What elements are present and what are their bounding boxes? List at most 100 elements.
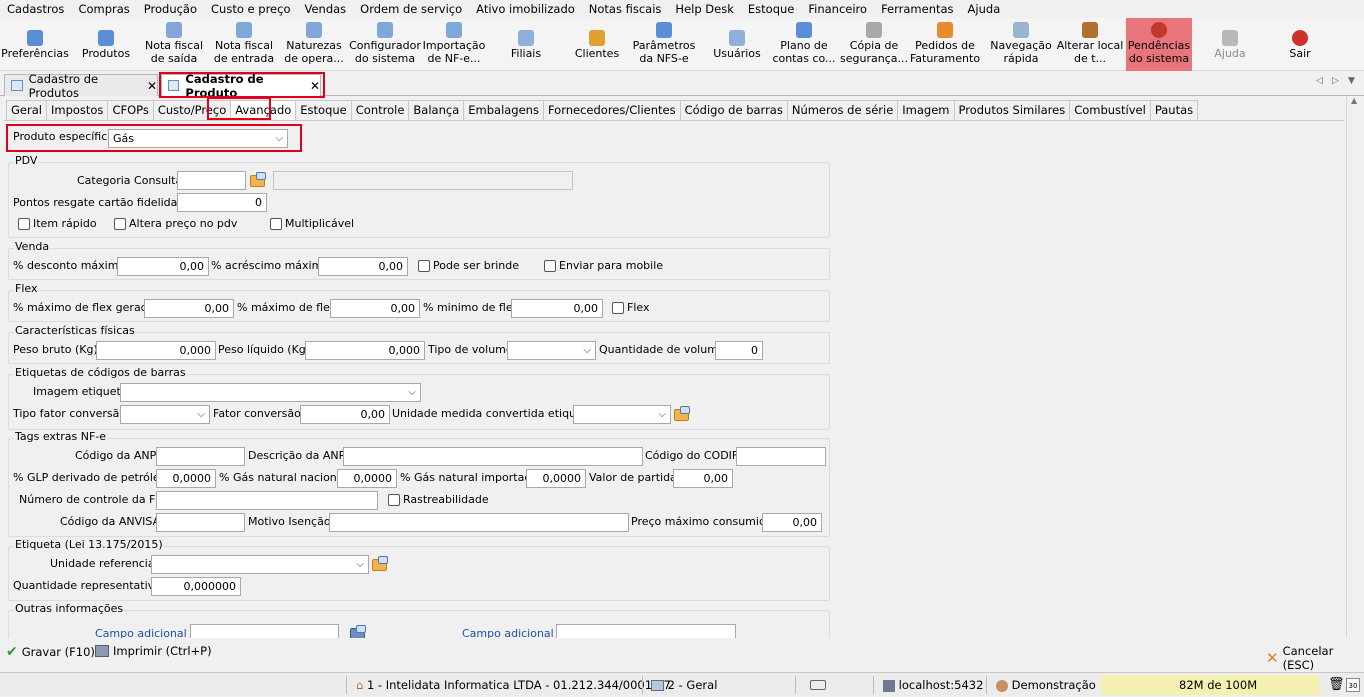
menu-12[interactable]: Ajuda (961, 0, 1008, 18)
subtab-15[interactable]: Pautas (1149, 100, 1199, 120)
fci-input[interactable] (156, 491, 378, 510)
codif-input[interactable] (736, 447, 826, 466)
toolbar-home-button[interactable]: Alterar local de t... (1055, 18, 1125, 71)
toolbar-backup-button[interactable]: Cópia de segurança... (840, 18, 908, 71)
codigo-anp-input[interactable] (156, 447, 245, 466)
quantidade-representativa-input[interactable]: 0,000000 (151, 577, 241, 596)
toolbar-import-button[interactable]: Importação de NF-e... (423, 18, 485, 71)
flex-gerado-input[interactable]: 0,00 (144, 299, 234, 318)
lookup-icon[interactable] (250, 172, 266, 187)
close-icon[interactable]: ✕ (147, 79, 157, 93)
subtab-6[interactable]: Controle (350, 100, 410, 120)
enviar-mobile-checkbox[interactable] (544, 260, 556, 272)
anvisa-input[interactable] (156, 513, 245, 532)
subtab-13[interactable]: Produtos Similares (953, 100, 1071, 120)
pontos-resgate-input[interactable]: 0 (177, 193, 267, 212)
toolbar-branches-button[interactable]: Filiais (500, 18, 552, 71)
peso-bruto-input[interactable]: 0,000 (96, 341, 216, 360)
preco-maximo-input[interactable]: 0,00 (762, 513, 822, 532)
vertical-scrollbar[interactable]: ▲ (1346, 96, 1364, 638)
menu-3[interactable]: Custo e preço (204, 0, 297, 18)
imagem-etiqueta-select[interactable]: ⌵ (120, 383, 421, 402)
subtab-7[interactable]: Balança (408, 100, 465, 120)
pode-ser-brinde-checkbox[interactable] (418, 260, 430, 272)
menu-2[interactable]: Produção (137, 0, 204, 18)
fator-conversao-input[interactable]: 0,00 (300, 405, 390, 424)
unidade-referencial-select[interactable]: ⌵ (151, 555, 369, 574)
rastreabilidade-checkbox[interactable] (388, 494, 400, 506)
menu-1[interactable]: Compras (71, 0, 136, 18)
toolbar-users-button[interactable]: Usuários (705, 18, 769, 71)
scroll-left-icon[interactable]: ◁ (1316, 76, 1323, 86)
flex-checkbox[interactable] (612, 302, 624, 314)
toolbar-preferences-button[interactable]: Preferências (0, 18, 70, 71)
gas-nacional-input[interactable]: 0,0000 (337, 469, 397, 488)
menu-9[interactable]: Estoque (741, 0, 801, 18)
flex-maximo-input[interactable]: 0,00 (330, 299, 420, 318)
toolbar-help-button[interactable]: Ajuda (1198, 18, 1262, 71)
menu-8[interactable]: Help Desk (668, 0, 740, 18)
campo-adicional-1-label[interactable]: Campo adicional 1: (95, 625, 201, 638)
peso-liquido-input[interactable]: 0,000 (305, 341, 425, 360)
flex-minimo-input[interactable]: 0,00 (511, 299, 603, 318)
menu-5[interactable]: Ordem de serviço (353, 0, 469, 18)
subtab-8[interactable]: Embalagens (463, 100, 544, 120)
subtab-5[interactable]: Estoque (295, 100, 352, 120)
unidade-convertida-select[interactable]: ⌵ (573, 405, 671, 424)
subtab-14[interactable]: Combustível (1069, 100, 1151, 120)
campo-adicional-9-input[interactable] (556, 624, 736, 638)
subtab-12[interactable]: Imagem (897, 100, 955, 120)
toolbar-operations-button[interactable]: Naturezas de opera... (281, 18, 347, 71)
menu-0[interactable]: Cadastros (0, 0, 71, 18)
subtab-11[interactable]: Números de série (786, 100, 899, 120)
imprimir-button[interactable]: Imprimir (Ctrl+P) (95, 644, 212, 658)
quantidade-volume-input[interactable]: 0 (715, 341, 763, 360)
subtab-1[interactable]: Impostos (45, 100, 109, 120)
menu-11[interactable]: Ferramentas (874, 0, 960, 18)
gravar-button[interactable]: ✔ Gravar (F10) (6, 644, 95, 660)
acrescimo-maximo-input[interactable]: 0,00 (318, 257, 408, 276)
subtab-2[interactable]: CFOPs (107, 100, 154, 120)
tab-cadastro-de-produtos[interactable]: Cadastro de Produtos ✕ (4, 72, 158, 100)
valor-partida-input[interactable]: 0,00 (673, 469, 733, 488)
multiplicavel-checkbox[interactable] (270, 218, 282, 230)
menu-10[interactable]: Financeiro (801, 0, 874, 18)
tipo-volume-select[interactable]: ⌵ (507, 341, 596, 360)
toolbar-alert-button[interactable]: Pendências do sistema (1126, 18, 1192, 71)
campo-adicional-9-label[interactable]: Campo adicional 9: (462, 625, 568, 638)
item-rapido-checkbox[interactable] (18, 218, 30, 230)
toolbar-invoice-out-button[interactable]: Nota fiscal de saída (141, 18, 207, 71)
toolbar-navigation-button[interactable]: Navegação rápida (983, 18, 1059, 71)
toolbar-accounts-button[interactable]: Plano de contas co... (770, 18, 838, 71)
toolbar-configurator-button[interactable]: Configurador do sistema (349, 18, 421, 71)
menu-6[interactable]: Ativo imobilizado (469, 0, 582, 18)
desconto-maximo-input[interactable]: 0,00 (117, 257, 209, 276)
descricao-anp-input[interactable] (343, 447, 643, 466)
lookup-icon[interactable] (674, 406, 690, 421)
calendar-icon[interactable]: 30 (1346, 678, 1360, 692)
toolbar-products-button[interactable]: Produtos (71, 18, 141, 71)
toolbar-invoice-in-button[interactable]: Nota fiscal de entrada (208, 18, 280, 71)
subtab-0[interactable]: Geral (6, 100, 47, 120)
subtab-10[interactable]: Código de barras (679, 100, 788, 120)
scroll-right-icon[interactable]: ▷ (1332, 76, 1339, 86)
toolbar-orders-button[interactable]: Pedidos de Faturamento (910, 18, 980, 71)
glp-input[interactable]: 0,0000 (156, 469, 216, 488)
tipo-fator-select[interactable]: ⌵ (120, 405, 210, 424)
toolbar-power-button[interactable]: Sair (1268, 18, 1332, 71)
table-icon[interactable] (350, 625, 366, 638)
tab-list-icon[interactable]: ▼ (1348, 76, 1355, 86)
motivo-isencao-input[interactable] (329, 513, 629, 532)
lookup-icon[interactable] (372, 556, 388, 571)
trash-icon[interactable]: 🗑 (1328, 677, 1345, 692)
toolbar-clients-button[interactable]: Clientes (570, 18, 624, 71)
menu-7[interactable]: Notas fiscais (582, 0, 669, 18)
scroll-up-icon[interactable]: ▲ (1351, 96, 1357, 105)
campo-adicional-1-input[interactable] (190, 624, 339, 638)
cancelar-button[interactable]: ✕ Cancelar (ESC) (1266, 644, 1364, 672)
altera-preco-checkbox[interactable] (114, 218, 126, 230)
toolbar-parameters-button[interactable]: Parâmetros da NFS-e (630, 18, 698, 71)
gas-importado-input[interactable]: 0,0000 (526, 469, 586, 488)
subtab-9[interactable]: Fornecedores/Clientes (542, 100, 681, 120)
categoria-consulta-input[interactable] (177, 171, 246, 190)
